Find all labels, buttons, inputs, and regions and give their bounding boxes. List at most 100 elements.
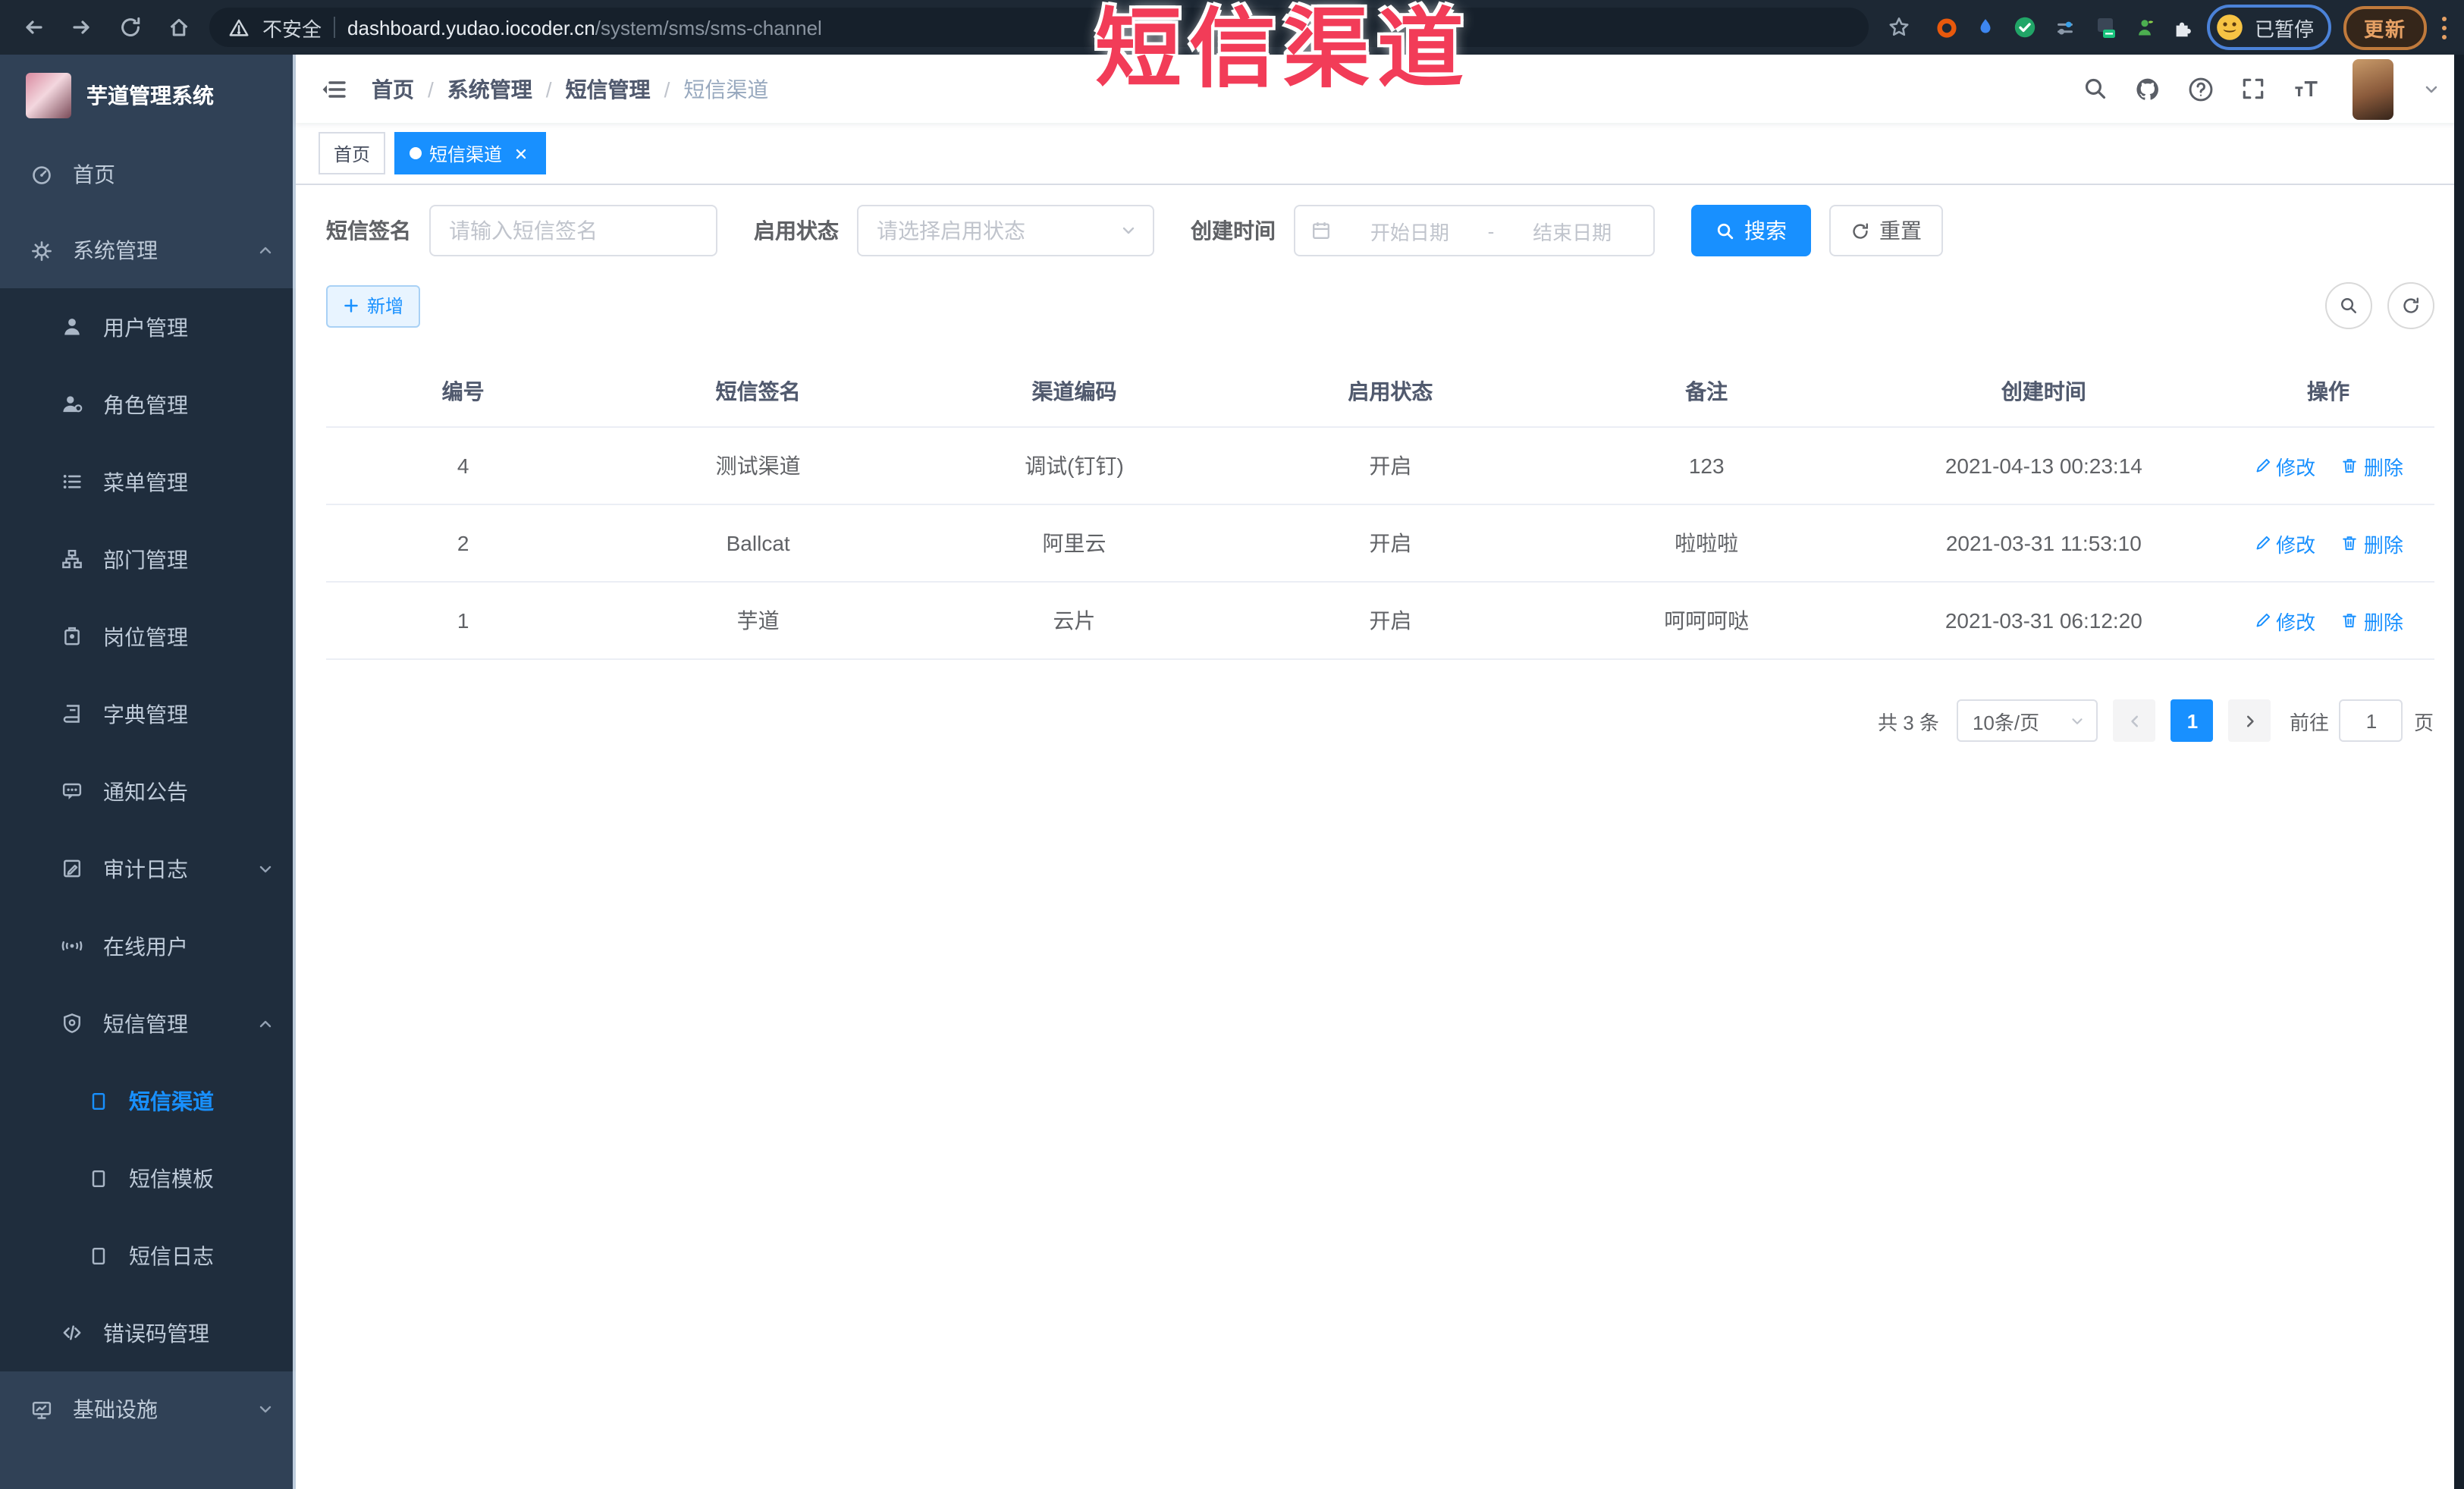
paused-extension-badge[interactable]: 已暂停	[2207, 5, 2332, 50]
extension-on-badge-icon[interactable]	[2094, 15, 2118, 39]
next-page-button[interactable]	[2228, 699, 2271, 742]
close-icon[interactable]	[510, 143, 531, 164]
sidebar-item-menus[interactable]: 菜单管理	[0, 443, 296, 520]
sidebar-item-online-users[interactable]: 在线用户	[0, 907, 296, 985]
cell-actions: 修改 删除	[2223, 582, 2434, 660]
tag-sms-channel[interactable]: 短信渠道	[394, 132, 547, 174]
page-size-value: 10条/页	[1972, 711, 2040, 734]
refresh-table-button[interactable]	[2387, 282, 2434, 329]
sidebar-item-sms-channel[interactable]: 短信渠道	[0, 1062, 296, 1139]
sidebar-item-label: 部门管理	[103, 547, 188, 571]
omnibox-divider	[334, 17, 336, 38]
edit-link[interactable]: 修改	[2253, 606, 2315, 635]
window-scrollbar[interactable]	[2453, 55, 2464, 1489]
edit-icon	[2253, 611, 2271, 630]
edit-link-label: 修改	[2276, 456, 2316, 479]
sidebar-item-label: 首页	[73, 162, 115, 187]
extensions-row	[1936, 15, 2196, 39]
table-row: 2 Ballcat 阿里云 开启 啦啦啦 2021-03-31 11:53:10…	[326, 504, 2434, 583]
browser-menu-button[interactable]	[2438, 13, 2449, 42]
sidebar-item-sms[interactable]: 短信管理	[0, 985, 296, 1062]
fullscreen-icon[interactable]	[2240, 76, 2265, 102]
forward-button[interactable]	[64, 9, 100, 46]
sidebar-item-error-codes[interactable]: 错误码管理	[0, 1294, 296, 1371]
prev-page-button[interactable]	[2113, 699, 2156, 742]
cell-sign: 芋道	[600, 582, 917, 660]
delete-link[interactable]: 删除	[2341, 529, 2403, 558]
sidebar-item-posts[interactable]: 岗位管理	[0, 598, 296, 675]
sidebar-item-sms-template[interactable]: 短信模板	[0, 1139, 296, 1217]
sidebar-item-label: 通知公告	[103, 779, 188, 803]
sidebar-item-label: 短信日志	[129, 1243, 214, 1268]
sidebar-item-home[interactable]: 首页	[0, 137, 296, 212]
sidebar-item-sms-log[interactable]: 短信日志	[0, 1217, 296, 1294]
edit-link[interactable]: 修改	[2253, 529, 2315, 558]
avatar[interactable]	[2352, 58, 2393, 119]
breadcrumb-home[interactable]: 首页	[372, 74, 414, 104]
cell-remark: 呵呵呵哒	[1548, 582, 1865, 660]
github-icon[interactable]	[2133, 75, 2161, 102]
column-header-code: 渠道编码	[916, 357, 1232, 428]
help-icon[interactable]	[2186, 75, 2214, 102]
breadcrumb-system[interactable]: 系统管理	[447, 74, 532, 104]
current-page-button[interactable]: 1	[2171, 699, 2214, 742]
document-icon	[88, 1167, 109, 1189]
forward-arrow-icon	[70, 15, 94, 39]
back-button[interactable]	[15, 9, 52, 46]
edit-link[interactable]: 修改	[2253, 451, 2315, 480]
address-bar[interactable]: 不安全 dashboard.yudao.iocoder.cn/system/sm…	[209, 8, 1869, 47]
sidebar-logo[interactable]: 芋道管理系统	[0, 55, 296, 137]
column-header-actions: 操作	[2223, 357, 2434, 428]
create-time-range-picker[interactable]: 开始日期 - 结束日期	[1294, 205, 1655, 256]
home-button[interactable]	[161, 9, 197, 46]
goto-page-input[interactable]	[2339, 699, 2403, 742]
trash-icon	[2341, 534, 2359, 552]
code-icon	[61, 1321, 83, 1344]
header-search-icon[interactable]	[2082, 76, 2108, 102]
tag-home[interactable]: 首页	[319, 132, 386, 174]
extension-sliders-icon[interactable]	[2054, 16, 2077, 39]
bookmark-star-button[interactable]	[1882, 9, 1918, 46]
sidebar-item-departments[interactable]: 部门管理	[0, 520, 296, 598]
extension-orange-ring-icon[interactable]	[1936, 16, 1959, 39]
chevron-left-icon	[2127, 712, 2143, 729]
font-size-icon[interactable]	[2291, 76, 2320, 102]
add-button[interactable]: 新增	[326, 284, 421, 327]
cell-actions: 修改 删除	[2223, 504, 2434, 583]
sidebar-item-label: 菜单管理	[103, 470, 188, 494]
reload-button[interactable]	[112, 9, 149, 46]
star-icon	[1888, 15, 1912, 39]
breadcrumb-separator: /	[664, 77, 670, 101]
delete-link[interactable]: 删除	[2341, 606, 2403, 635]
cell-code: 调试(钉钉)	[916, 427, 1232, 505]
status-select[interactable]: 请选择启用状态	[857, 205, 1154, 256]
chevron-down-icon[interactable]	[2422, 80, 2440, 98]
column-header-id: 编号	[326, 357, 601, 428]
cell-status: 开启	[1232, 504, 1549, 583]
delete-link[interactable]: 删除	[2341, 451, 2403, 480]
sidebar-item-system[interactable]: 系统管理	[0, 212, 296, 288]
sign-input[interactable]	[429, 205, 717, 256]
sidebar-item-infrastructure[interactable]: 基础设施	[0, 1371, 296, 1447]
extension-green-check-icon[interactable]	[2014, 15, 2038, 39]
org-tree-icon	[61, 548, 83, 570]
browser-update-button[interactable]: 更新	[2343, 5, 2426, 49]
breadcrumb-current: 短信渠道	[683, 77, 769, 101]
toggle-search-button[interactable]	[2324, 282, 2371, 329]
extensions-puzzle-icon[interactable]	[2173, 16, 2196, 39]
page-size-select[interactable]: 10条/页	[1957, 699, 2098, 742]
sidebar-item-announcements[interactable]: 通知公告	[0, 752, 296, 830]
reset-button[interactable]: 重置	[1829, 205, 1943, 256]
user-icon	[61, 316, 83, 338]
start-date-placeholder: 开始日期	[1370, 221, 1449, 243]
menu-list-icon	[61, 470, 83, 493]
sidebar-item-audit-logs[interactable]: 审计日志	[0, 830, 296, 907]
extension-blue-drop-icon[interactable]	[1976, 17, 1997, 38]
sidebar-item-roles[interactable]: 角色管理	[0, 366, 296, 443]
sidebar-fold-button[interactable]	[314, 69, 353, 108]
extension-sprout-icon[interactable]	[2135, 17, 2156, 38]
sidebar-item-dictionaries[interactable]: 字典管理	[0, 675, 296, 752]
breadcrumb-sms[interactable]: 短信管理	[566, 74, 651, 104]
search-button[interactable]: 搜索	[1691, 205, 1811, 256]
sidebar-item-users[interactable]: 用户管理	[0, 288, 296, 366]
